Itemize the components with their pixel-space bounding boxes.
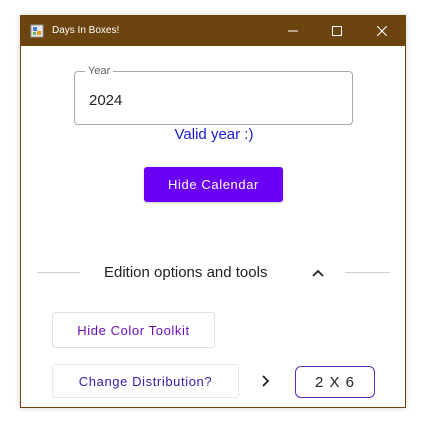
close-button[interactable] (359, 16, 404, 46)
maximize-icon (331, 26, 342, 36)
hide-calendar-button[interactable]: Hide Calendar (144, 167, 283, 202)
chevron-right-icon (262, 375, 270, 387)
close-icon (376, 26, 387, 36)
minimize-button[interactable] (270, 16, 315, 46)
maximize-button[interactable] (314, 16, 359, 46)
year-field[interactable]: Year 2024 (74, 64, 353, 125)
minimize-icon (287, 30, 298, 32)
year-input[interactable]: 2024 (89, 92, 122, 110)
section-divider-right (345, 272, 390, 273)
window-title: Days In Boxes! (52, 25, 120, 36)
validation-message: Valid year :) (174, 126, 254, 143)
chevron-up-icon[interactable] (311, 267, 325, 279)
app-window: Days In Boxes! Year 2024 Valid year :) H… (20, 15, 406, 408)
edition-section-title[interactable]: Edition options and tools (104, 264, 267, 282)
year-label: Year (85, 64, 114, 78)
hide-color-toolkit-button[interactable]: Hide Color Toolkit (52, 312, 215, 348)
distribution-value[interactable]: 2 X 6 (295, 366, 375, 398)
change-distribution-button[interactable]: Change Distribution? (52, 364, 239, 398)
title-bar[interactable]: Days In Boxes! (21, 16, 405, 46)
section-divider-left (37, 272, 80, 273)
app-icon (30, 24, 44, 38)
